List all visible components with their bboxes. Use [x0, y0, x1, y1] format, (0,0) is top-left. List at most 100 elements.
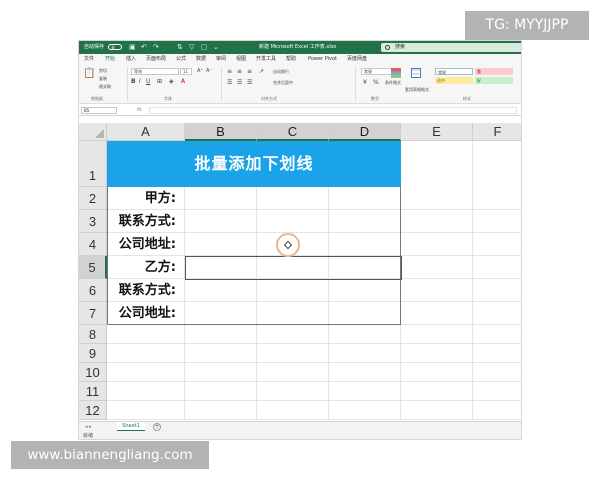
format-painter-button[interactable]: 格式刷 — [99, 84, 111, 90]
increase-font-icon[interactable]: A⁺ — [197, 68, 203, 74]
gridline — [107, 419, 521, 420]
customize-toolbar-icon[interactable]: ⌄ — [213, 41, 219, 54]
label-contact-b[interactable]: 联系方式: — [107, 279, 180, 302]
row-header-10[interactable]: 10 — [79, 363, 107, 382]
italic-icon[interactable]: I — [139, 78, 141, 85]
column-header-d[interactable]: D — [329, 123, 401, 141]
tab-file[interactable]: 文件 — [84, 54, 94, 64]
column-header-e[interactable]: E — [401, 123, 473, 141]
search-icon — [385, 45, 390, 50]
format-table-icon[interactable] — [411, 68, 421, 78]
sheet-title-cell[interactable]: 批量添加下划线 — [107, 141, 401, 187]
percent-icon[interactable]: % — [373, 79, 379, 86]
column-header-a[interactable]: A — [107, 123, 185, 141]
tab-power-pivot[interactable]: Power Pivot — [308, 54, 337, 64]
style-neutral[interactable]: 适中 — [435, 77, 473, 84]
sheet-tab-sheet1[interactable]: Sheet1 — [117, 422, 145, 431]
filter-icon[interactable]: ▽ — [189, 41, 194, 54]
autosave-toggle[interactable]: 关 — [108, 44, 122, 50]
conditional-format-icon[interactable] — [391, 68, 401, 78]
font-size-select[interactable]: 11 — [180, 68, 192, 75]
align-bottom-icon[interactable]: ≡ — [247, 68, 252, 75]
tab-page-layout[interactable]: 页面布局 — [146, 54, 166, 64]
row-header-8[interactable]: 8 — [79, 325, 107, 344]
row-header-7[interactable]: 7 — [79, 302, 107, 325]
tab-data[interactable]: 数据 — [196, 54, 206, 64]
style-bad[interactable]: 差 — [475, 68, 513, 75]
row-header-2[interactable]: 2 — [79, 187, 107, 210]
orientation-icon[interactable]: ↗ — [259, 68, 264, 75]
status-bar: 就绪 — [79, 431, 521, 439]
column-header-b[interactable]: B — [185, 123, 257, 141]
tab-insert[interactable]: 插入 — [126, 54, 136, 64]
wrap-text-button[interactable]: 自动换行 — [273, 69, 289, 75]
sort-icon[interactable]: ⇅ — [177, 41, 183, 54]
row-header-4[interactable]: 4 — [79, 233, 107, 256]
copy-button[interactable]: 复制 — [99, 76, 107, 82]
underline-icon[interactable]: U — [146, 78, 150, 85]
gridline — [107, 400, 521, 401]
style-good[interactable]: 好 — [475, 77, 513, 84]
worksheet-grid[interactable]: A B C D E F 1 2 3 4 5 6 7 8 9 10 11 12 批… — [79, 123, 521, 423]
selected-range-b5-d5[interactable] — [185, 256, 402, 280]
style-normal[interactable]: 常规 — [435, 68, 473, 75]
column-header-c[interactable]: C — [257, 123, 329, 141]
column-header-f[interactable]: F — [473, 123, 521, 141]
border-icon[interactable]: ⊞ — [157, 78, 162, 85]
number-format-select[interactable]: 常规 — [361, 68, 393, 75]
label-party-a[interactable]: 甲方: — [107, 187, 180, 210]
currency-icon[interactable]: ¥ — [363, 79, 367, 86]
formula-input[interactable] — [149, 107, 517, 114]
align-middle-icon[interactable]: ≡ — [237, 68, 242, 75]
row-header-11[interactable]: 11 — [79, 382, 107, 401]
font-name-select[interactable]: 等线 — [131, 68, 179, 75]
align-right-icon[interactable]: ☰ — [247, 79, 252, 86]
row-header-12[interactable]: 12 — [79, 401, 107, 420]
watermark-site: www.biannengliang.com — [11, 441, 209, 469]
search-placeholder: 搜索 — [395, 44, 406, 50]
font-color-icon[interactable]: A — [181, 78, 185, 85]
redo-icon[interactable]: ↷ — [153, 41, 159, 54]
label-party-b[interactable]: 乙方: — [107, 256, 180, 279]
align-left-icon[interactable]: ☰ — [227, 79, 232, 86]
clipboard-group-label: 剪贴板 — [91, 96, 103, 101]
name-box[interactable]: B5 — [81, 107, 117, 114]
save-icon[interactable]: ▣ — [129, 41, 136, 54]
tab-review[interactable]: 审阅 — [216, 54, 226, 64]
number-group-label: 数字 — [371, 96, 379, 101]
row-header-1[interactable]: 1 — [79, 141, 107, 187]
paste-icon[interactable]: 📋 — [83, 68, 95, 79]
merge-center-button[interactable]: 合并后居中 — [273, 80, 293, 86]
undo-icon[interactable]: ↶ — [141, 41, 147, 54]
tab-baidu-netdisk[interactable]: 百度网盘 — [347, 54, 367, 64]
align-center-icon[interactable]: ☰ — [237, 79, 242, 86]
format-as-table-button[interactable]: 套用表格格式 — [405, 87, 429, 93]
styles-group-label: 样式 — [463, 96, 471, 101]
label-address-a[interactable]: 公司地址: — [107, 233, 180, 256]
align-top-icon[interactable]: ≡ — [227, 68, 232, 75]
select-all-corner[interactable] — [79, 123, 107, 141]
tab-help[interactable]: 帮助 — [286, 54, 296, 64]
row-header-5[interactable]: 5 — [79, 256, 107, 279]
decrease-font-icon[interactable]: A⁻ — [206, 68, 212, 74]
ribbon: 📋 剪切 复制 格式刷 剪贴板 等线 11 A⁺ A⁻ B I U ⊞ ◈ A … — [79, 64, 521, 104]
label-address-b[interactable]: 公司地址: — [107, 302, 180, 325]
conditional-format-button[interactable]: 条件格式 — [385, 80, 401, 86]
fx-icon[interactable]: fx — [137, 105, 142, 116]
bold-icon[interactable]: B — [131, 78, 136, 85]
tab-formulas[interactable]: 公式 — [176, 54, 186, 64]
row-header-6[interactable]: 6 — [79, 279, 107, 302]
tab-view[interactable]: 视图 — [236, 54, 246, 64]
search-box[interactable]: 搜索 — [381, 43, 521, 52]
font-group-label: 字体 — [164, 96, 172, 101]
row-header-3[interactable]: 3 — [79, 210, 107, 233]
print-preview-icon[interactable]: ▢ — [201, 41, 208, 54]
add-sheet-icon[interactable]: + — [153, 423, 161, 431]
fill-color-icon[interactable]: ◈ — [169, 78, 174, 85]
watermark-tg: TG: MYYJJPP — [465, 11, 589, 40]
row-header-9[interactable]: 9 — [79, 344, 107, 363]
cut-button[interactable]: 剪切 — [99, 68, 107, 74]
tab-developer[interactable]: 开发工具 — [256, 54, 276, 64]
cursor-highlight-icon — [276, 233, 300, 257]
label-contact-a[interactable]: 联系方式: — [107, 210, 180, 233]
